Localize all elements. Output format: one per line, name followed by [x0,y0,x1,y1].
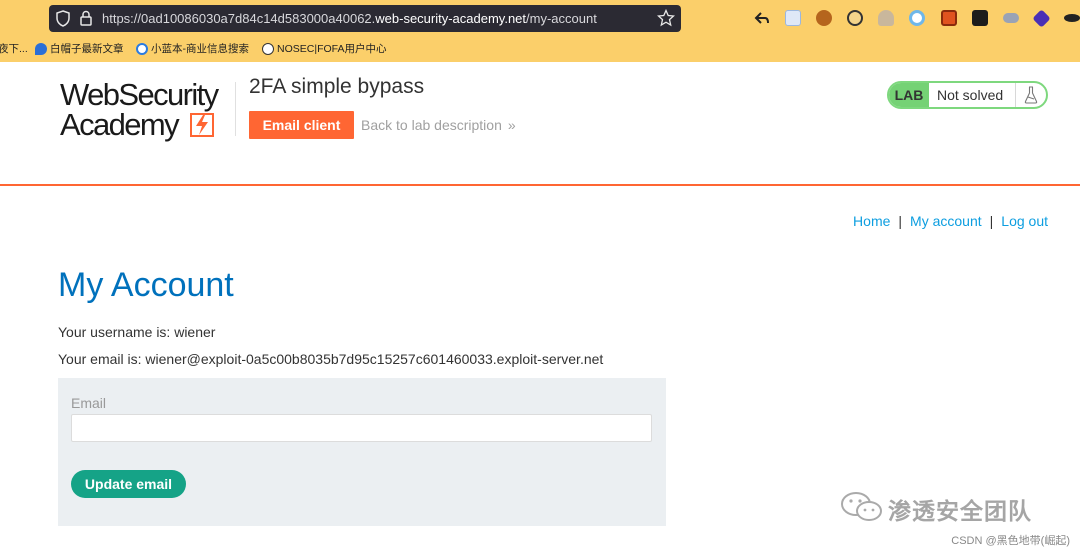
username-text: Your username is: wiener [58,324,216,340]
lightning-icon [190,113,214,137]
back-arrow-icon[interactable] [754,10,770,26]
header-separator [0,184,1080,186]
star-bookmark-icon[interactable] [657,9,675,27]
globe-icon [262,42,274,55]
lab-status-text: Not solved [937,87,1004,103]
nav-separator: | [989,213,994,229]
home-link[interactable]: Home [853,213,890,229]
browser-toolbar: https://0ad10086030a7d84c14d583000a40062… [0,0,1080,62]
lab-title: 2FA simple bypass [249,75,425,98]
devtools-icon[interactable] [972,10,988,26]
nav-separator: | [898,213,903,229]
toggle-icon[interactable] [1003,13,1019,23]
person-icon[interactable] [878,10,894,26]
bookmarks-bar: 夜下... 白帽子最新文章 小蓝本-商业信息搜索 NOSEC|FOFA用户中心 [0,38,1080,58]
web-security-academy-logo[interactable]: WebSecurity Academy [60,77,232,142]
logo-line2: Academy [60,107,180,142]
cookie-editor-icon[interactable] [847,10,863,26]
drop-icon [35,42,47,55]
email-input[interactable] [71,414,652,442]
chevron-right-icon: » [507,117,516,133]
flask-icon [1024,86,1038,104]
back-to-lab-description-link[interactable]: Back to lab description » [361,117,516,133]
lab-flask-button[interactable] [1015,83,1046,107]
update-email-button[interactable]: Update email [71,470,186,498]
bookmark-item[interactable]: NOSEC|FOFA用户中心 [262,41,387,56]
email-text: Your email is: wiener@exploit-0a5c00b803… [58,351,604,367]
lock-icon[interactable] [79,10,93,26]
my-account-link[interactable]: My account [910,213,982,229]
bookmark-label: NOSEC|FOFA用户中心 [277,43,387,55]
account-nav: Home | My account | Log out [853,213,1048,229]
wechat-logo-icon [841,492,882,521]
header-divider [235,82,236,136]
url-path: /my-account [526,11,597,26]
shield-icon[interactable] [55,10,71,27]
lab-badge: LAB [889,83,929,107]
bookmark-item[interactable]: 夜下... [0,41,28,56]
ring-icon[interactable] [909,10,925,26]
email-label: Email [71,395,107,411]
change-email-form: Email Update email [58,378,666,526]
ring-icon [136,42,148,55]
watermark-text: 渗透安全团队 [888,498,1032,524]
hat-icon[interactable] [1064,14,1080,22]
bookmark-item[interactable]: 白帽子最新文章 [35,41,124,56]
extension-icon[interactable] [785,10,801,26]
bookmark-label: 夜下... [0,43,28,55]
url-text[interactable]: https://0ad10086030a7d84c14d583000a40062… [102,11,597,26]
csdn-watermark: CSDN @黑色地带(崛起) [951,535,1070,547]
shape-icon[interactable] [1032,9,1051,28]
bookmark-label: 白帽子最新文章 [50,43,124,55]
url-prefix: https://0ad10086030a7d84c14d583000a40062… [102,11,376,26]
bookmark-label: 小蓝本-商业信息搜索 [151,43,249,55]
lab-status-widget: LAB Not solved [887,81,1048,109]
bookmark-item[interactable]: 小蓝本-商业信息搜索 [136,41,249,56]
back-link-label: Back to lab description [361,117,502,133]
address-bar[interactable]: https://0ad10086030a7d84c14d583000a40062… [49,5,681,32]
email-client-button[interactable]: Email client [249,111,354,139]
log-out-link[interactable]: Log out [1001,213,1048,229]
url-host: web-security-academy.net [375,11,527,26]
fire-icon[interactable] [941,10,957,26]
cookie-icon[interactable] [816,10,832,26]
page-title: My Account [58,266,234,304]
